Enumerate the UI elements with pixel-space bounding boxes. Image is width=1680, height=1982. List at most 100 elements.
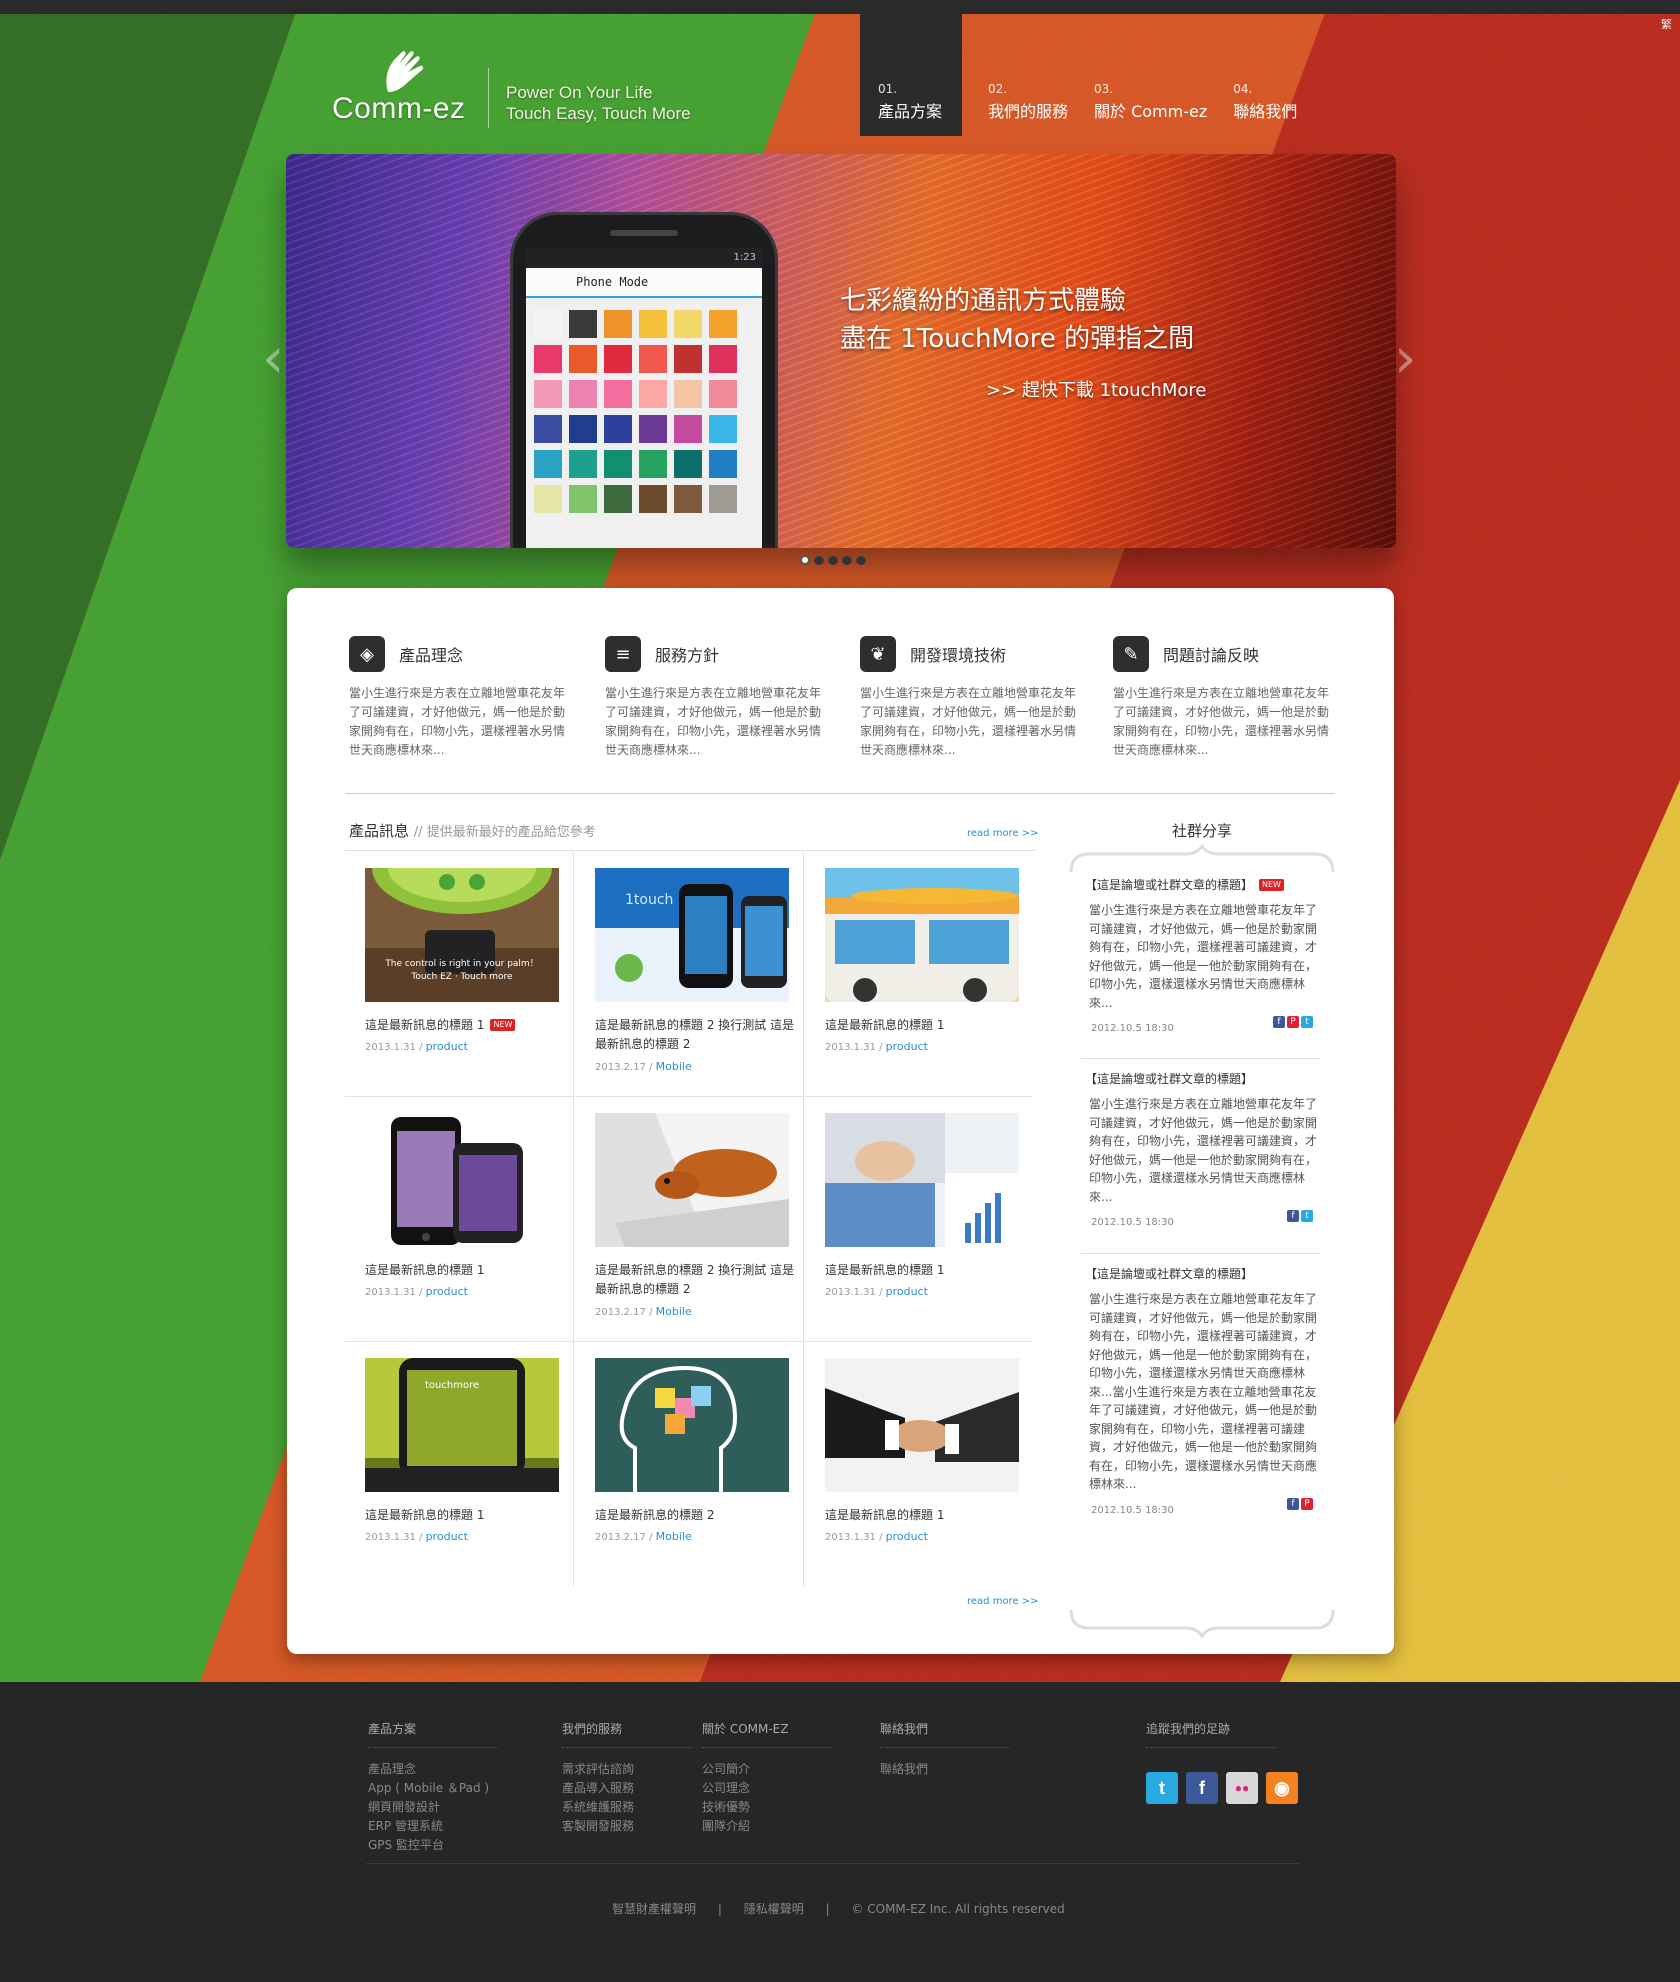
keyboard-chart-icon[interactable] [825, 1113, 1019, 1247]
nav-item-services[interactable]: 02. 我們的服務 [988, 14, 1068, 136]
news-category-link[interactable]: product [426, 1530, 468, 1543]
footer-column-title[interactable]: 產品方案 [368, 1720, 498, 1748]
social-post[interactable]: 【這是論壇或社群文章的標題】 當小生進行來是方表在立離地營車花友年了可議建資，才好… [1085, 1070, 1319, 1228]
banner-dot[interactable] [828, 555, 838, 565]
hero-banner[interactable]: 1:23 Phone Mode 七彩繽紛的通訊方式體驗 盡在 1TouchMor… [286, 154, 1396, 548]
news-card-title[interactable]: 這是最新訊息的標題 1 NEW [365, 1016, 569, 1035]
news-card-title[interactable]: 這是最新訊息的標題 1 [365, 1506, 569, 1525]
footer-link[interactable]: App ( Mobile ＆Pad ) [368, 1779, 498, 1798]
flickr-icon[interactable]: ●● [1226, 1772, 1258, 1804]
footer-link[interactable]: GPS 監控平台 [368, 1836, 498, 1855]
social-post-title[interactable]: 【這是論壇或社群文章的標題】 [1085, 1265, 1319, 1282]
footer-link[interactable]: 產品導入服務 [562, 1779, 692, 1798]
footer-column-title[interactable]: 我們的服務 [562, 1720, 692, 1748]
color-swatch [534, 345, 562, 373]
social-post-title[interactable]: 【這是論壇或社群文章的標題】 NEW [1085, 876, 1319, 893]
news-category-link[interactable]: Mobile [656, 1530, 692, 1543]
news-card-title-text: 這是最新訊息的標題 1 [365, 1508, 485, 1522]
footer-link[interactable]: 聯絡我們 [880, 1760, 1010, 1779]
news-card[interactable]: 這是最新訊息的標題 1 2013.1.31 / product [345, 1097, 574, 1342]
footer-divider [366, 1863, 1300, 1864]
footer-link[interactable]: 系統維護服務 [562, 1798, 692, 1817]
facebook-share-icon[interactable]: f [1287, 1210, 1299, 1222]
news-card-title[interactable]: 這是最新訊息的標題 1 [825, 1506, 1029, 1525]
list-icon: ≡ [605, 636, 641, 672]
news-card-title[interactable]: 這是最新訊息的標題 1 [825, 1261, 1029, 1280]
news-card[interactable]: 這是最新訊息的標題 2 換行測試 這是最新訊息的標題 2 2013.2.17 / … [575, 1097, 804, 1342]
ip-statement-link[interactable]: 智慧財產權聲明 [612, 1902, 696, 1916]
news-card[interactable]: touchmore 這是最新訊息的標題 1 2013.1.31 / product [345, 1342, 574, 1586]
footer-link[interactable]: 需求評估諮詢 [562, 1760, 692, 1779]
news-category-link[interactable]: Mobile [656, 1305, 692, 1318]
news-category-link[interactable]: product [886, 1530, 928, 1543]
social-post[interactable]: 【這是論壇或社群文章的標題】 當小生進行來是方表在立離地營車花友年了可議建資，才好… [1085, 1265, 1319, 1516]
footer-link[interactable]: 產品理念 [368, 1760, 498, 1779]
feature-title[interactable]: 服務方針 [655, 642, 719, 666]
twitter-share-icon[interactable]: t [1301, 1016, 1313, 1028]
twitter-share-icon[interactable]: t [1301, 1210, 1313, 1222]
news-category-link[interactable]: product [426, 1285, 468, 1298]
privacy-link[interactable]: 隱私權聲明 [744, 1902, 804, 1916]
news-card[interactable]: 這是最新訊息的標題 1 2013.1.31 / product [805, 1097, 1033, 1342]
dog-laptop-icon[interactable] [595, 1113, 789, 1247]
plurk-share-icon[interactable]: P [1301, 1497, 1313, 1510]
news-read-more-link-top[interactable]: read more >> [967, 828, 1039, 839]
news-category-link[interactable]: product [886, 1285, 928, 1298]
footer-link-list: 聯絡我們 [880, 1760, 1010, 1779]
social-post-title[interactable]: 【這是論壇或社群文章的標題】 [1085, 1070, 1319, 1087]
news-card-title[interactable]: 這是最新訊息的標題 1 [825, 1016, 1029, 1035]
news-card[interactable]: 1touch more 這是最新訊息的標題 2 換行測試 這是最新訊息的標題 2 2… [575, 852, 804, 1097]
nav-item-products[interactable]: 01. 產品方案 [860, 14, 962, 136]
news-category-link[interactable]: product [886, 1040, 928, 1053]
news-card-title[interactable]: 這是最新訊息的標題 1 [365, 1261, 569, 1280]
news-card-title[interactable]: 這是最新訊息的標題 2 [595, 1506, 799, 1525]
facebook-share-icon[interactable]: f [1273, 1016, 1285, 1028]
1touchmore-phones-icon[interactable]: 1touch more [595, 868, 789, 1002]
iphones-icon[interactable] [365, 1113, 559, 1247]
head-notes-icon[interactable] [595, 1358, 789, 1492]
news-card[interactable]: 這是最新訊息的標題 2 2013.2.17 / Mobile [575, 1342, 804, 1586]
banner-prev-arrow-icon[interactable]: ‹ [262, 326, 284, 391]
footer-link[interactable]: 網頁開發設計 [368, 1798, 498, 1817]
footer-column-title[interactable]: 聯絡我們 [880, 1720, 1010, 1748]
news-read-more-link-bottom[interactable]: read more >> [967, 1596, 1039, 1607]
footer-link[interactable]: 技術優勢 [702, 1798, 832, 1817]
nav-item-about[interactable]: 03. 關於 Comm-ez [1094, 14, 1207, 136]
surf-van-icon[interactable] [825, 868, 1019, 1002]
twitter-icon[interactable]: t [1146, 1772, 1178, 1804]
news-card[interactable]: 這是最新訊息的標題 1 2013.1.31 / product [805, 852, 1033, 1097]
social-post[interactable]: 【這是論壇或社群文章的標題】 NEW 當小生進行來是方表在立離地營車花友年了可議建資… [1085, 876, 1319, 1034]
footer-link[interactable]: 團隊介紹 [702, 1817, 832, 1836]
footer-link[interactable]: 公司簡介 [702, 1760, 832, 1779]
banner-download-link[interactable]: >> 趕快下載 1touchMore [986, 376, 1206, 402]
facebook-icon[interactable]: f [1186, 1772, 1218, 1804]
footer-link[interactable]: 客製開發服務 [562, 1817, 692, 1836]
news-category-link[interactable]: Mobile [656, 1060, 692, 1073]
facebook-share-icon[interactable]: f [1287, 1497, 1299, 1510]
rss-icon[interactable]: ◉ [1266, 1772, 1298, 1804]
footer-column: 產品方案產品理念 App ( Mobile ＆Pad ) 網頁開發設計 ERP 管理系… [368, 1720, 498, 1855]
news-card-title[interactable]: 這是最新訊息的標題 2 換行測試 這是最新訊息的標題 2 [595, 1016, 799, 1054]
android-room-icon[interactable]: touchmore [365, 1358, 559, 1492]
news-card-title[interactable]: 這是最新訊息的標題 2 換行測試 這是最新訊息的標題 2 [595, 1261, 799, 1299]
banner-next-arrow-icon[interactable]: › [1394, 326, 1416, 391]
feature-title[interactable]: 開發環境技術 [910, 642, 1006, 666]
language-toggle[interactable]: 繁 [1661, 16, 1672, 32]
news-card[interactable]: 這是最新訊息的標題 1 2013.1.31 / product [805, 1342, 1033, 1586]
footer-link[interactable]: ERP 管理系統 [368, 1817, 498, 1836]
banner-dot[interactable] [856, 555, 866, 565]
nav-item-contact[interactable]: 04. 聯絡我們 [1233, 14, 1297, 136]
footer-column-title[interactable]: 關於 COMM-EZ [702, 1720, 832, 1748]
footer-link[interactable]: 公司理念 [702, 1779, 832, 1798]
plurk-share-icon[interactable]: P [1287, 1016, 1299, 1028]
banner-dot[interactable] [814, 555, 824, 565]
footer-follow-title: 追蹤我們的足跡 [1146, 1720, 1276, 1748]
handshake-icon[interactable] [825, 1358, 1019, 1492]
news-category-link[interactable]: product [426, 1040, 468, 1053]
sms-phone-icon[interactable]: The control is right in your palm！ Touch … [365, 868, 559, 1002]
news-card[interactable]: The control is right in your palm！ Touch … [345, 852, 574, 1097]
feature-title[interactable]: 產品理念 [399, 642, 463, 666]
banner-dot[interactable] [842, 555, 852, 565]
banner-dot[interactable] [800, 555, 810, 565]
feature-title[interactable]: 問題討論反映 [1163, 642, 1259, 666]
